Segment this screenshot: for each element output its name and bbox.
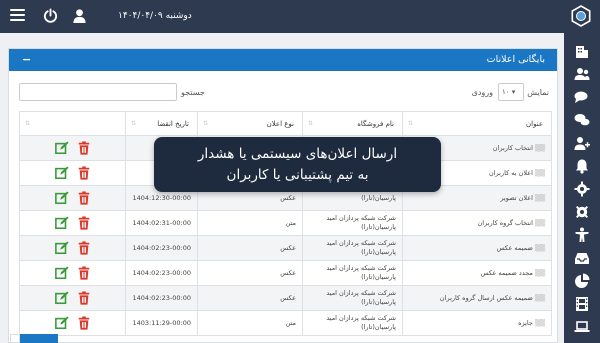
gear-icon[interactable] bbox=[574, 181, 590, 197]
actions-column-header: ⇅ bbox=[19, 111, 126, 136]
store-cell: شرکت شبکه پردازان امید پارسیان(تارا) bbox=[302, 210, 403, 236]
edit-icon[interactable] bbox=[54, 266, 69, 280]
type-cell: عکس bbox=[197, 235, 303, 261]
edit-icon[interactable] bbox=[54, 316, 69, 330]
user-plus-icon[interactable] bbox=[574, 135, 590, 151]
table-row: 1403:11:29-00:00 متن شرکت شبکه پردازان امی… bbox=[19, 310, 552, 336]
title-cell: ▒▒ ضمیمه عکس ارسال گروه کاربران bbox=[402, 285, 552, 311]
edit-icon[interactable] bbox=[54, 216, 69, 230]
delete-icon[interactable] bbox=[77, 166, 91, 180]
delete-icon[interactable] bbox=[77, 141, 91, 155]
expiry-cell: 1404:02:23-00:00 bbox=[125, 235, 198, 261]
expiry-cell: 1404:02:23-00:00 bbox=[125, 285, 198, 311]
sort-icon: ⇅ bbox=[25, 120, 31, 127]
row-actions bbox=[19, 260, 126, 286]
row-actions bbox=[19, 210, 126, 236]
row-actions bbox=[19, 185, 126, 211]
bell-icon[interactable] bbox=[574, 158, 590, 174]
chevron-down-icon: ▾ bbox=[511, 88, 516, 96]
store-cell: شرکت شبکه پردازان امید پارسیان(تارا) bbox=[302, 285, 403, 311]
tray-icon[interactable] bbox=[574, 250, 590, 266]
search-label: جستجو bbox=[181, 88, 205, 97]
user-icon[interactable] bbox=[72, 8, 87, 23]
announcements-archive-panel: − بایگانی اعلانات جستجو نمایش ۱۰ ▾ ورودی… bbox=[8, 48, 558, 343]
power-icon[interactable] bbox=[43, 8, 58, 23]
sort-icon: ⇅ bbox=[131, 120, 137, 127]
table-row: 1404:02:23-00:00 عکس شرکت شبکه پردازان امی… bbox=[19, 260, 552, 286]
table-row: 1404:02:31-00:00 متن شرکت شبکه پردازان امی… bbox=[19, 210, 552, 236]
edit-icon[interactable] bbox=[54, 191, 69, 205]
edit-icon[interactable] bbox=[54, 241, 69, 255]
expiry-column-header[interactable]: ⇅ تاریخ انقضا bbox=[125, 111, 198, 136]
sort-icon: ⇅ bbox=[408, 120, 414, 127]
store-cell: شرکت شبکه پردازان امید پارسیان(تارا) bbox=[302, 310, 403, 336]
tooltip-line-2: به تیم پشتیبانی یا کاربران bbox=[226, 167, 369, 183]
building-icon[interactable] bbox=[574, 43, 590, 59]
tooltip-line-1: ارسال اعلان‌های سیستمی یا هشدار bbox=[197, 146, 398, 162]
expiry-cell: 1403:11:29-00:00 bbox=[125, 310, 198, 336]
entries-label: ورودی bbox=[471, 88, 493, 97]
type-cell: عکس bbox=[197, 285, 303, 311]
type-column-header[interactable]: ⇅ نوع اعلان bbox=[197, 111, 303, 136]
expiry-cell: 1404:02:23-00:00 bbox=[125, 260, 198, 286]
film-icon[interactable] bbox=[574, 296, 590, 312]
hamburger-menu-icon[interactable] bbox=[10, 9, 25, 22]
panel-title: بایگانی اعلانات bbox=[486, 54, 545, 65]
store-column-header[interactable]: ⇅ نام فروشگاه bbox=[302, 111, 403, 136]
accessibility-icon[interactable] bbox=[574, 227, 590, 243]
comments-icon[interactable] bbox=[574, 89, 590, 105]
type-cell: متن bbox=[197, 310, 303, 336]
page-size-value: ۱۰ bbox=[502, 88, 510, 96]
title-cell: ▒▒ انتخاب گروه کاربران bbox=[402, 210, 552, 236]
comment-icon[interactable] bbox=[574, 112, 590, 128]
sort-icon: ⇅ bbox=[308, 120, 314, 127]
sort-icon: ⇅ bbox=[203, 120, 209, 127]
delete-icon[interactable] bbox=[77, 291, 91, 305]
page-size-select[interactable]: ۱۰ ▾ bbox=[498, 83, 524, 101]
current-date: دوشنبه ۱۴۰۴/۰۴/۰۹ bbox=[118, 11, 192, 21]
panel-header: − بایگانی اعلانات bbox=[9, 49, 557, 71]
type-cell: عکس bbox=[197, 260, 303, 286]
edit-icon[interactable] bbox=[54, 166, 69, 180]
pagination-current-page[interactable] bbox=[20, 334, 58, 343]
title-column-header[interactable]: ⇅ عنوان bbox=[402, 111, 552, 136]
users-icon[interactable] bbox=[574, 66, 590, 82]
feature-tooltip: ارسال اعلان‌های سیستمی یا هشدار به تیم پ… bbox=[154, 137, 441, 192]
pie-chart-icon[interactable] bbox=[574, 273, 590, 289]
delete-icon[interactable] bbox=[77, 216, 91, 230]
top-bar: دوشنبه ۱۴۰۴/۰۴/۰۹ bbox=[0, 0, 600, 33]
row-actions bbox=[19, 135, 126, 161]
pagination-prev-button[interactable] bbox=[10, 334, 20, 343]
app-logo-icon[interactable] bbox=[570, 5, 592, 27]
edit-icon[interactable] bbox=[54, 141, 69, 155]
sidebar bbox=[564, 33, 600, 343]
delete-icon[interactable] bbox=[77, 316, 91, 330]
collapse-button[interactable]: − bbox=[22, 53, 31, 66]
laptop-icon[interactable] bbox=[574, 319, 590, 335]
store-cell: شرکت شبکه پردازان امید پارسیان(تارا) bbox=[302, 235, 403, 261]
row-actions bbox=[19, 310, 126, 336]
title-cell: ▒▒ جایزه bbox=[402, 310, 552, 336]
table-row: 1404:02:23-00:00 عکس شرکت شبکه پردازان امی… bbox=[19, 235, 552, 261]
edit-icon[interactable] bbox=[54, 291, 69, 305]
store-cell: شرکت شبکه پردازان امید پارسیان(تارا) bbox=[302, 260, 403, 286]
table-controls: جستجو نمایش ۱۰ ▾ ورودی bbox=[9, 83, 559, 105]
row-actions bbox=[19, 285, 126, 311]
table-header-row: ⇅ ⇅ تاریخ انقضا ⇅ نوع اعلان ⇅ نام فروشگاه ⇅… bbox=[19, 111, 552, 136]
row-actions bbox=[19, 235, 126, 261]
show-label: نمایش bbox=[527, 88, 549, 97]
settings-icon[interactable] bbox=[574, 204, 590, 220]
type-cell: متن bbox=[197, 210, 303, 236]
delete-icon[interactable] bbox=[77, 266, 91, 280]
delete-icon[interactable] bbox=[77, 191, 91, 205]
search-input[interactable] bbox=[19, 83, 177, 101]
expiry-cell: 1404:02:31-00:00 bbox=[125, 210, 198, 236]
title-cell: ▒▒ ضمیمه عکس bbox=[402, 235, 552, 261]
title-cell: ▒▒ مجدد ضمیمه عکس bbox=[402, 260, 552, 286]
table-row: 1404:02:23-00:00 عکس شرکت شبکه پردازان امی… bbox=[19, 285, 552, 311]
delete-icon[interactable] bbox=[77, 241, 91, 255]
row-actions bbox=[19, 160, 126, 186]
